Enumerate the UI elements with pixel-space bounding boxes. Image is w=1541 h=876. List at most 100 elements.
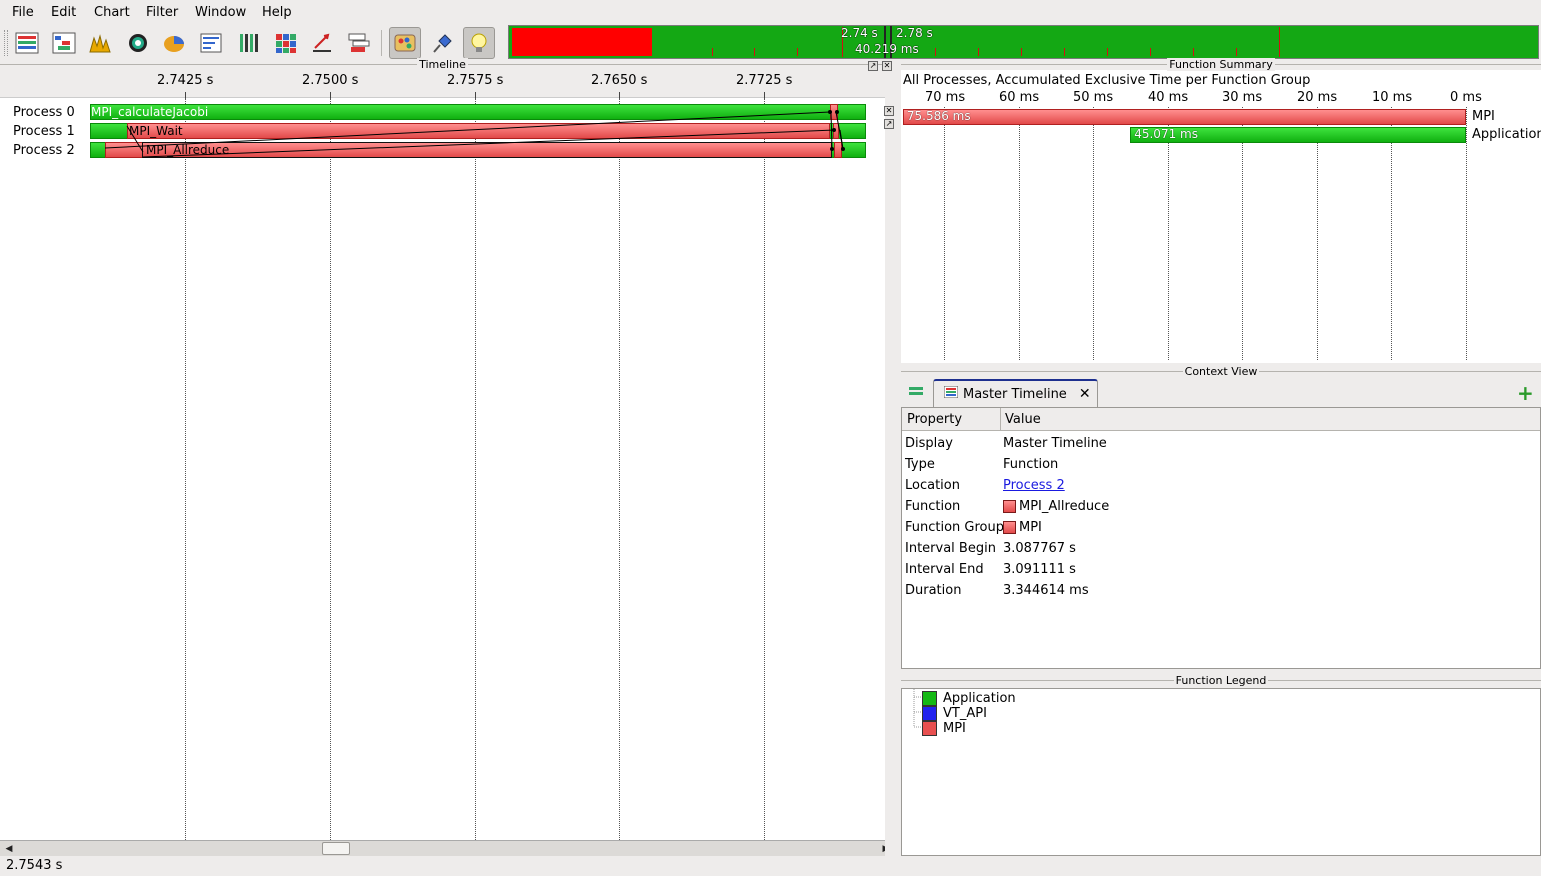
- overview-tick: [754, 48, 755, 56]
- timeline-panel: Timeline 2.7425 s 2.7500 s 2.7575 s 2.76…: [0, 58, 889, 856]
- fs-tick-label: 70 ms: [925, 90, 966, 105]
- fs-tick-label: 60 ms: [999, 90, 1040, 105]
- maximize-icon[interactable]: ↗: [884, 119, 894, 129]
- property-row: Interval End 3.091111 s: [905, 562, 1076, 577]
- menu-chart[interactable]: Chart: [94, 5, 130, 20]
- grid-line: [1317, 107, 1318, 360]
- overview-tick: [1107, 48, 1108, 56]
- location-link[interactable]: Process 2: [1003, 478, 1065, 493]
- lightbulb-icon[interactable]: [463, 27, 495, 59]
- toolbar-grip[interactable]: [4, 30, 8, 56]
- fs-bar-mpi[interactable]: [902, 109, 1466, 125]
- context-view-panel: Context View Master Timeline ✕ + Propert…: [901, 365, 1541, 670]
- process-summary-icon[interactable]: [233, 27, 265, 59]
- fs-category-label: MPI: [1472, 109, 1495, 124]
- maximize-icon[interactable]: ↗: [868, 61, 878, 71]
- mpi-swatch-icon: [1003, 521, 1016, 534]
- menu-edit[interactable]: Edit: [51, 5, 76, 20]
- menu-window[interactable]: Window: [195, 5, 246, 20]
- grid-line: [764, 98, 765, 840]
- context-tabbar: Master Timeline ✕ +: [901, 379, 1541, 407]
- master-timeline-icon: [943, 385, 959, 402]
- overview-tick: [1279, 27, 1280, 57]
- overview-right-time: 2.78 s: [896, 26, 933, 40]
- overview-tick: [797, 48, 798, 56]
- summary-pie-icon[interactable]: [158, 27, 190, 59]
- panel-splitter[interactable]: [885, 60, 901, 856]
- grid-line: [1466, 107, 1467, 360]
- property-row: Display Master Timeline: [905, 436, 1107, 451]
- overview-tick: [712, 48, 713, 56]
- overview-tick: [935, 48, 936, 56]
- overview-left-time: 2.74 s: [841, 26, 878, 40]
- property-row: Location Process 2: [905, 478, 1065, 493]
- grid-line: [1242, 107, 1243, 360]
- grid-line: [1019, 107, 1020, 360]
- fs-tick-label: 40 ms: [1148, 90, 1189, 105]
- pin-icon[interactable]: [426, 27, 458, 59]
- function-summary-subtitle: All Processes, Accumulated Exclusive Tim…: [903, 73, 1311, 88]
- message-summary-icon[interactable]: [195, 27, 227, 59]
- close-icon[interactable]: ✕: [882, 61, 892, 71]
- mpi-swatch-icon: [922, 721, 937, 736]
- status-bar: 2.7543 s: [0, 856, 1541, 876]
- property-row: Interval Begin 3.087767 s: [905, 541, 1076, 556]
- overview-mpi-region: [512, 28, 652, 56]
- overview-tick: [1064, 48, 1065, 56]
- fs-tick-label: 50 ms: [1073, 90, 1114, 105]
- call-tree-icon[interactable]: [343, 27, 375, 59]
- overview-tick: [1021, 48, 1022, 56]
- property-table: Property Value Display Master Timeline Ty…: [901, 407, 1541, 669]
- tab-master-timeline[interactable]: Master Timeline ✕: [933, 379, 1098, 407]
- scroll-left-icon[interactable]: ◀: [2, 842, 16, 856]
- column-property[interactable]: Property: [907, 412, 962, 427]
- tab-list-icon[interactable]: [909, 386, 923, 401]
- function-summary-title: Function Summary: [901, 58, 1541, 71]
- tab-label: Master Timeline: [963, 386, 1067, 402]
- fs-tick-label: 30 ms: [1222, 90, 1263, 105]
- fs-tick-label: 0 ms: [1450, 90, 1482, 105]
- close-tab-icon[interactable]: ✕: [1079, 386, 1091, 402]
- add-tab-icon[interactable]: +: [1517, 383, 1534, 403]
- fs-tick-label: 10 ms: [1372, 90, 1413, 105]
- overview-tick: [1150, 48, 1151, 56]
- colors-icon[interactable]: [389, 27, 421, 59]
- property-row: Duration 3.344614 ms: [905, 583, 1089, 598]
- overview-bar[interactable]: 2.74 s 2.78 s 40.219 ms: [508, 25, 1539, 59]
- overview-tick: [1236, 48, 1237, 56]
- master-timeline-icon[interactable]: [11, 27, 43, 59]
- overview-tick: [1193, 48, 1194, 56]
- grid-line: [1168, 107, 1169, 360]
- grid-line: [1093, 107, 1094, 360]
- overview-tick: [978, 48, 979, 56]
- legend-item-vt-api[interactable]: VT_API: [922, 706, 987, 721]
- grid-line: [330, 98, 331, 840]
- grid-line: [944, 107, 945, 360]
- menu-file[interactable]: File: [12, 5, 34, 20]
- grid-line: [619, 98, 620, 840]
- fs-value-label: 75.586 ms: [906, 109, 971, 123]
- process-timeline-icon[interactable]: [48, 27, 80, 59]
- otf-function-icon[interactable]: [122, 27, 154, 59]
- context-view-title: Context View: [901, 365, 1541, 378]
- overview-duration: 40.219 ms: [855, 42, 919, 56]
- io-activity-icon[interactable]: [306, 27, 338, 59]
- grid-line: [185, 98, 186, 840]
- grid-line: [1391, 107, 1392, 360]
- legend-item-mpi[interactable]: MPI: [922, 721, 966, 736]
- scroll-thumb[interactable]: [322, 842, 350, 855]
- fs-value-label: 45.071 ms: [1134, 127, 1198, 141]
- timeline-hscrollbar[interactable]: ◀ ▶: [0, 840, 889, 856]
- function-legend-list: Application VT_API MPI: [901, 688, 1541, 856]
- counter-timeline-icon[interactable]: [84, 27, 116, 59]
- close-icon[interactable]: ✕: [884, 106, 894, 116]
- menu-help[interactable]: Help: [262, 5, 292, 20]
- communication-matrix-icon[interactable]: [270, 27, 302, 59]
- function-legend-panel: Function Legend Application VT_API MPI: [901, 674, 1541, 856]
- grid-line: [475, 98, 476, 840]
- function-summary-panel: Function Summary All Processes, Accumula…: [901, 58, 1541, 363]
- menubar: File Edit Chart Filter Window Help: [0, 0, 1541, 24]
- column-value[interactable]: Value: [1005, 412, 1041, 427]
- legend-item-application[interactable]: Application: [922, 691, 1016, 706]
- menu-filter[interactable]: Filter: [146, 5, 178, 20]
